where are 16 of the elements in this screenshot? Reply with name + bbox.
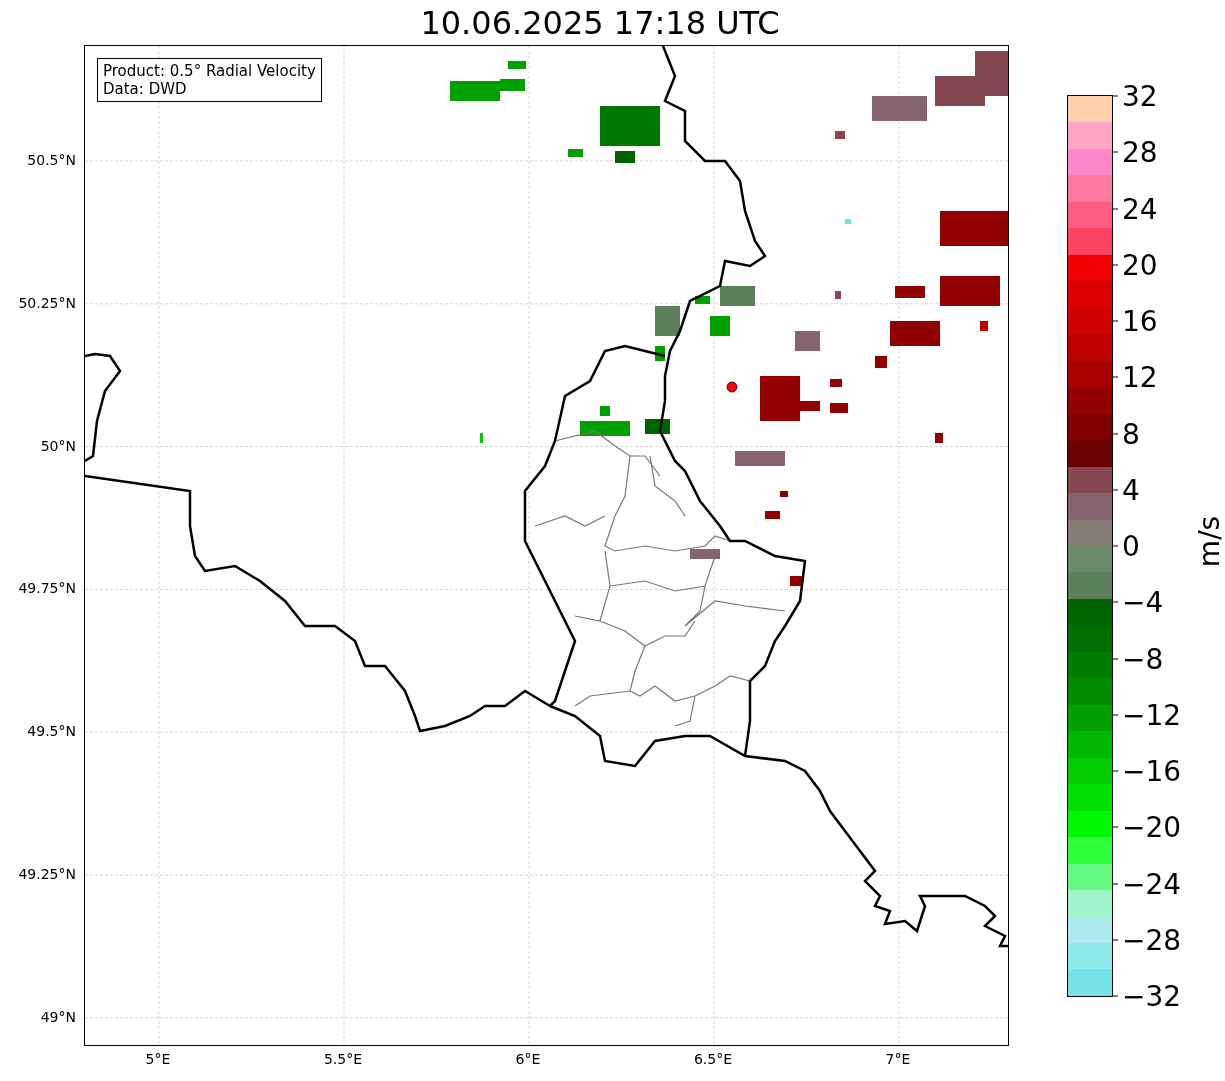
latitude-label: 49.25°N <box>18 866 76 882</box>
latitude-label: 50.25°N <box>18 294 76 311</box>
longitude-label: 7°E <box>885 1051 911 1067</box>
latitude-label: 50°N <box>40 437 76 454</box>
latitude-label: 50.5°N <box>27 152 76 168</box>
longitude-label: 5.5°E <box>323 1051 363 1067</box>
chart-title: 10.06.2025 17:18 UTC <box>419 2 781 44</box>
info-text: Product: 0.5° Radial Velocity <box>103 62 316 80</box>
longitude-label: 5°E <box>145 1051 171 1067</box>
longitude-label: 6°E <box>515 1051 541 1067</box>
longitude-label: 6.5°E <box>693 1051 733 1067</box>
info-text: Data: DWD <box>103 80 188 98</box>
colorbar-unit-label: m/s <box>1193 515 1225 568</box>
latitude-label: 49°N <box>40 1008 76 1025</box>
latitude-label: 49.75°N <box>18 580 76 597</box>
latitude-label: 49.5°N <box>27 723 76 740</box>
